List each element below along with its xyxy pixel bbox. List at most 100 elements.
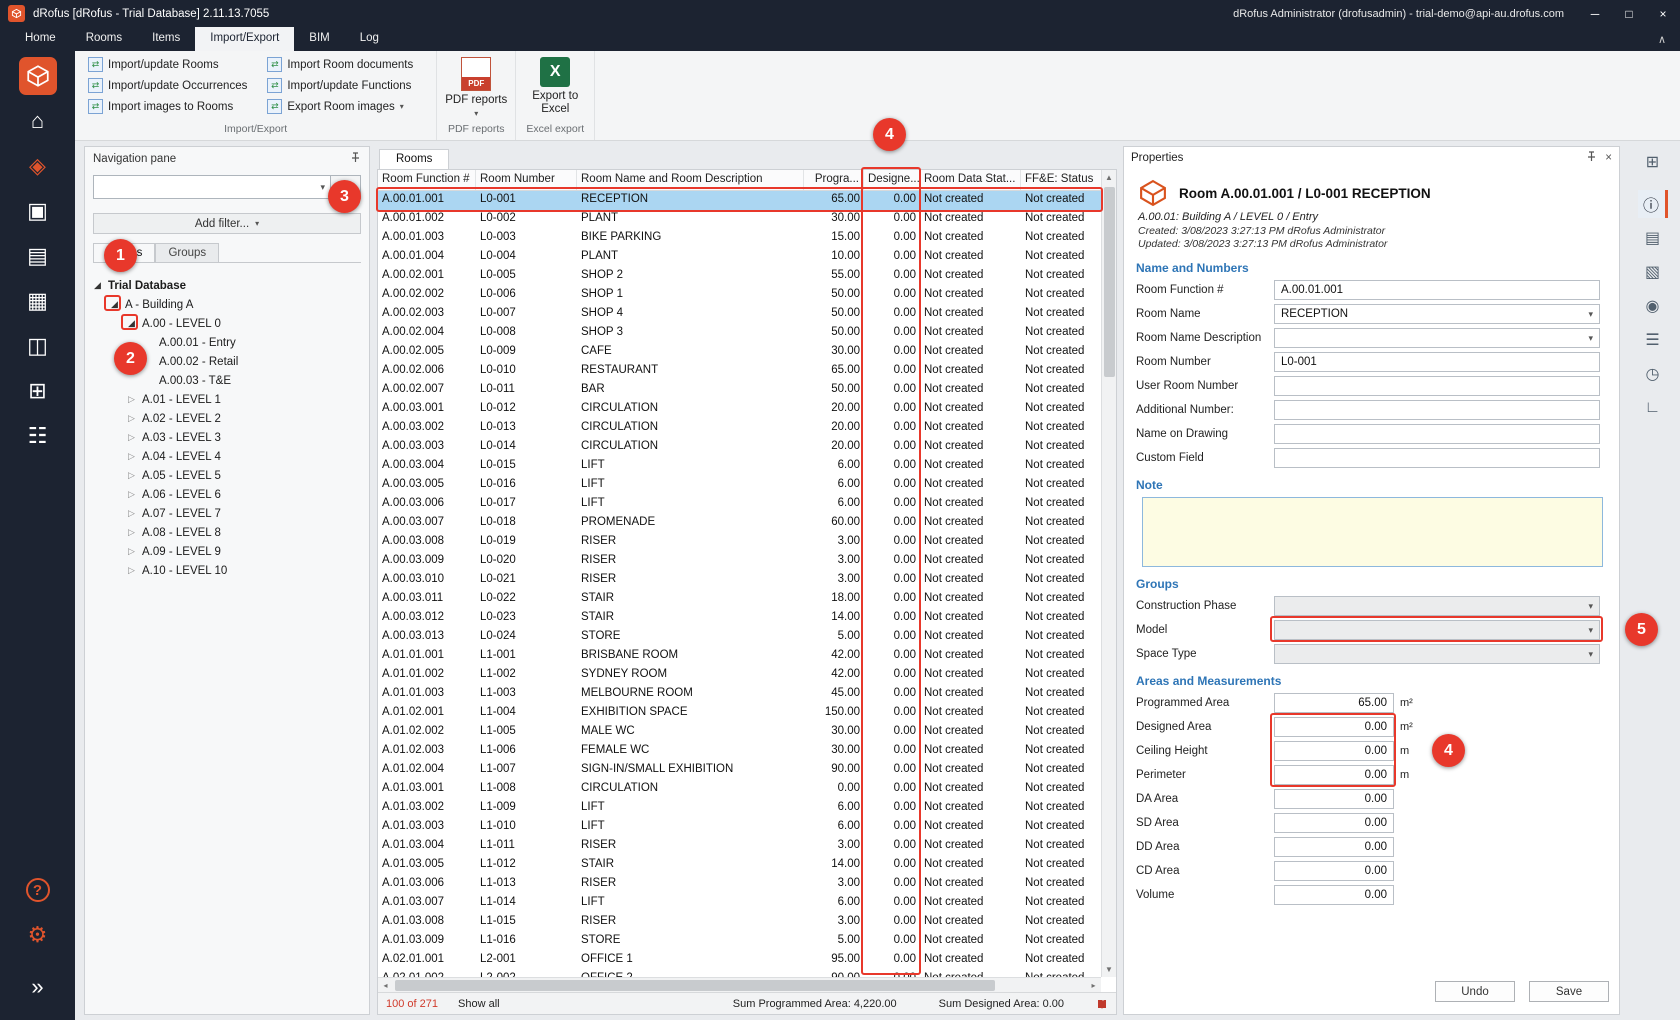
menu-tab-items[interactable]: Items	[137, 27, 195, 51]
scroll-down-icon[interactable]: ▼	[1102, 962, 1116, 977]
export-to-excel-button[interactable]: X Export to Excel	[524, 54, 586, 116]
tree-item-a-00-03-t-e[interactable]: A.00.03 - T&E	[85, 371, 369, 390]
table-row[interactable]: A.01.03.009L1-016STORE5.000.00Not create…	[378, 932, 1101, 951]
tree-item-a-07-level-7[interactable]: ▷A.07 - LEVEL 7	[85, 504, 369, 523]
tree-item-a-02-level-2[interactable]: ▷A.02 - LEVEL 2	[85, 409, 369, 428]
table-row[interactable]: A.00.02.001L0-005SHOP 255.000.00Not crea…	[378, 267, 1101, 286]
chevron-down-icon[interactable]: ▾	[320, 182, 325, 193]
tree-item-a-01-level-1[interactable]: ▷A.01 - LEVEL 1	[85, 390, 369, 409]
pdf-reports-button[interactable]: PDF PDF reports ▾	[445, 54, 507, 120]
rooms-module-icon[interactable]: ⌂	[19, 102, 57, 140]
info-icon[interactable]: ⓘ	[1638, 190, 1668, 218]
help-icon[interactable]: ?	[26, 878, 50, 902]
scrollbar-thumb[interactable]	[395, 980, 995, 991]
table-row[interactable]: A.00.03.009L0-020RISER3.000.00Not create…	[378, 552, 1101, 571]
drofus-logo[interactable]	[19, 57, 57, 95]
volume-input[interactable]: 0.00	[1274, 885, 1394, 905]
horizontal-scrollbar[interactable]: ◂ ▸	[378, 977, 1101, 992]
vertical-scrollbar[interactable]: ▲ ▼	[1101, 170, 1116, 977]
tree-item-trial-database[interactable]: ◢Trial Database	[85, 276, 369, 295]
table-row[interactable]: A.01.03.003L1-010LIFT6.000.00Not created…	[378, 818, 1101, 837]
import-images-to-rooms-button[interactable]: ⇄Import images to Rooms	[83, 96, 252, 117]
settings-gear-icon[interactable]: ⚙	[19, 916, 57, 954]
book-icon[interactable]	[1096, 998, 1108, 1010]
components-module-icon[interactable]: ▦	[19, 282, 57, 320]
tree-item-a-00-level-0[interactable]: ◢A.00 - LEVEL 0	[85, 314, 369, 333]
show-all-link[interactable]: Show all	[458, 998, 500, 1010]
note-input[interactable]	[1142, 497, 1603, 567]
import-update-rooms-button[interactable]: ⇄Import/update Rooms	[83, 54, 252, 75]
table-row[interactable]: A.00.01.002L0-002PLANT30.000.00Not creat…	[378, 210, 1101, 229]
table-row[interactable]: A.00.03.011L0-022STAIR18.000.00Not creat…	[378, 590, 1101, 609]
tree-expander-icon[interactable]: ▷	[125, 508, 138, 519]
tab-rooms[interactable]: Rooms	[379, 149, 449, 169]
tree-item-a-00-01-entry[interactable]: A.00.01 - Entry	[85, 333, 369, 352]
table-row[interactable]: A.01.02.002L1-005MALE WC30.000.00Not cre…	[378, 723, 1101, 742]
scroll-up-icon[interactable]: ▲	[1102, 170, 1116, 185]
camera-tab-icon[interactable]: ◉	[1638, 292, 1668, 320]
table-row[interactable]: A.00.03.007L0-018PROMENADE60.000.00Not c…	[378, 514, 1101, 533]
nav-tab-groups[interactable]: Groups	[155, 243, 219, 262]
table-row[interactable]: A.00.03.003L0-014CIRCULATION20.000.00Not…	[378, 438, 1101, 457]
table-row[interactable]: A.02.01.002L2-002OFFICE 290.000.00Not cr…	[378, 970, 1101, 977]
collapse-ribbon-icon[interactable]: ∧	[1644, 27, 1680, 51]
search-button[interactable]	[331, 175, 361, 199]
table-row[interactable]: A.00.03.004L0-015LIFT6.000.00Not created…	[378, 457, 1101, 476]
table-row[interactable]: A.00.02.004L0-008SHOP 350.000.00Not crea…	[378, 324, 1101, 343]
minimize-button[interactable]: ─	[1578, 0, 1612, 27]
import-room-documents-button[interactable]: ⇄Import Room documents	[262, 54, 418, 75]
tree-expander-icon[interactable]: ▷	[125, 451, 138, 462]
table-row[interactable]: A.00.03.006L0-017LIFT6.000.00Not created…	[378, 495, 1101, 514]
table-row[interactable]: A.00.03.012L0-023STAIR14.000.00Not creat…	[378, 609, 1101, 628]
tree-expander-icon[interactable]: ▷	[125, 546, 138, 557]
room-name-input[interactable]: RECEPTION▾	[1274, 304, 1600, 324]
room-name-description-input[interactable]: ▾	[1274, 328, 1600, 348]
layout-grid-icon[interactable]: ⊞	[1638, 148, 1668, 176]
scroll-left-icon[interactable]: ◂	[378, 981, 393, 990]
table-row[interactable]: A.00.03.008L0-019RISER3.000.00Not create…	[378, 533, 1101, 552]
table-row[interactable]: A.01.03.002L1-009LIFT6.000.00Not created…	[378, 799, 1101, 818]
tree-item-a-09-level-9[interactable]: ▷A.09 - LEVEL 9	[85, 542, 369, 561]
model-input[interactable]: ▾	[1274, 620, 1600, 640]
import-update-functions-button[interactable]: ⇄Import/update Functions	[262, 75, 418, 96]
da-area-input[interactable]: 0.00	[1274, 789, 1394, 809]
table-row[interactable]: A.01.01.003L1-003MELBOURNE ROOM45.000.00…	[378, 685, 1101, 704]
name-on-drawing-input[interactable]	[1274, 424, 1600, 444]
dd-area-input[interactable]: 0.00	[1274, 837, 1394, 857]
close-button[interactable]: ×	[1646, 0, 1680, 27]
menu-tab-log[interactable]: Log	[345, 27, 394, 51]
systems-module-icon[interactable]: ◫	[19, 327, 57, 365]
table-row[interactable]: A.00.02.002L0-006SHOP 150.000.00Not crea…	[378, 286, 1101, 305]
expand-sidebar-icon[interactable]: »	[19, 968, 57, 1006]
close-icon[interactable]: ×	[1605, 152, 1612, 164]
tree-item-a-06-level-6[interactable]: ▷A.06 - LEVEL 6	[85, 485, 369, 504]
table-row[interactable]: A.01.02.001L1-004EXHIBITION SPACE150.000…	[378, 704, 1101, 723]
table-row[interactable]: A.01.03.008L1-015RISER3.000.00Not create…	[378, 913, 1101, 932]
pin-icon[interactable]	[1586, 151, 1597, 165]
table-row[interactable]: A.01.01.001L1-001BRISBANE ROOM42.000.00N…	[378, 647, 1101, 666]
user-room-number-input[interactable]	[1274, 376, 1600, 396]
menu-tab-home[interactable]: Home	[10, 27, 71, 51]
table-row[interactable]: A.01.03.006L1-013RISER3.000.00Not create…	[378, 875, 1101, 894]
tree-expander-icon[interactable]: ◢	[91, 280, 104, 291]
tree-expander-icon[interactable]: ◢	[125, 318, 138, 329]
tree-item-a-08-level-8[interactable]: ▷A.08 - LEVEL 8	[85, 523, 369, 542]
additional-number-input[interactable]	[1274, 400, 1600, 420]
table-row[interactable]: A.01.03.007L1-014LIFT6.000.00Not created…	[378, 894, 1101, 913]
space-type-input[interactable]: ▾	[1274, 644, 1600, 664]
designed-area-input[interactable]: 0.00	[1274, 717, 1394, 737]
import-update-occurrences-button[interactable]: ⇄Import/update Occurrences	[83, 75, 252, 96]
tree-item-a-05-level-5[interactable]: ▷A.05 - LEVEL 5	[85, 466, 369, 485]
table-row[interactable]: A.02.01.001L2-001OFFICE 195.000.00Not cr…	[378, 951, 1101, 970]
ceiling-height-input[interactable]: 0.00	[1274, 741, 1394, 761]
table-row[interactable]: A.01.03.005L1-012STAIR14.000.00Not creat…	[378, 856, 1101, 875]
column-header-room-number[interactable]: Room Number	[476, 170, 577, 190]
menu-tab-import-export[interactable]: Import/Export	[195, 27, 294, 51]
table-row[interactable]: A.00.02.006L0-010RESTAURANT65.000.00Not …	[378, 362, 1101, 381]
tree-item-a-04-level-4[interactable]: ▷A.04 - LEVEL 4	[85, 447, 369, 466]
menu-tab-bim[interactable]: BIM	[294, 27, 344, 51]
table-row[interactable]: A.00.02.005L0-009CAFE30.000.00Not create…	[378, 343, 1101, 362]
undo-button[interactable]: Undo	[1435, 981, 1515, 1002]
tree-item-a-03-level-3[interactable]: ▷A.03 - LEVEL 3	[85, 428, 369, 447]
tree-item-a-building-a[interactable]: ◢A - Building A	[85, 295, 369, 314]
